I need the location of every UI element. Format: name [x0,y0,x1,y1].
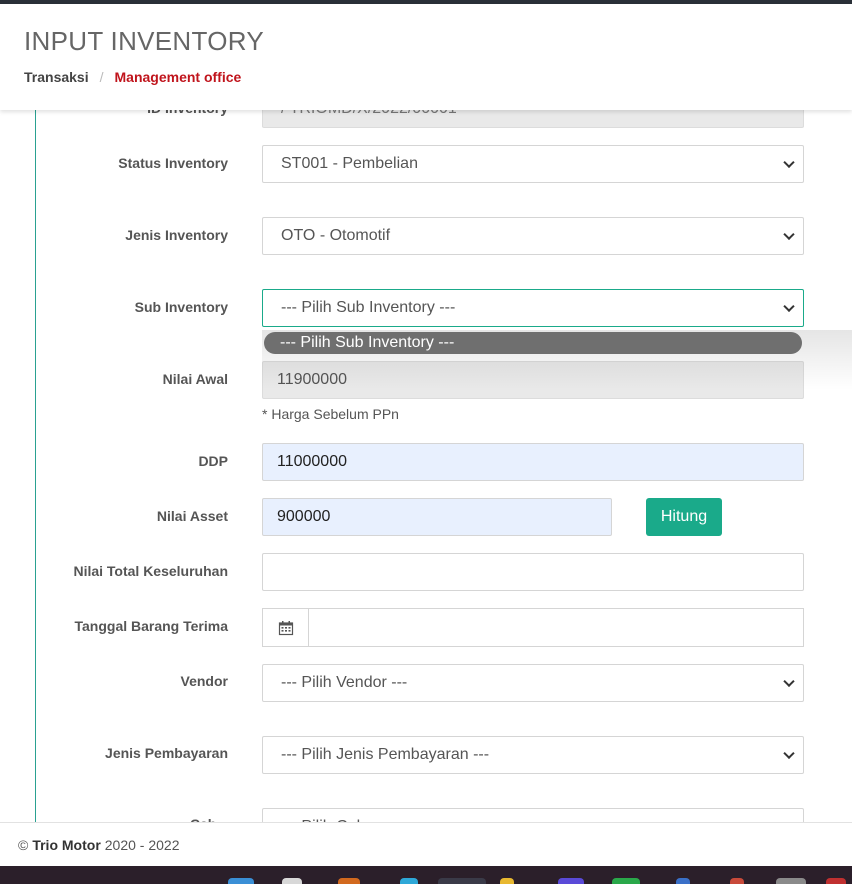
hitung-button[interactable]: Hitung [646,498,722,536]
footer-brand: Trio Motor [32,836,101,853]
vendor-label: Vendor [180,673,228,689]
nilai-awal-note: * Harga Sebelum PPn [262,406,399,422]
app-icon[interactable] [730,878,744,884]
app-icon[interactable] [400,878,418,884]
breadcrumb-current: Management office [114,69,242,85]
chevron-down-icon [783,747,795,760]
jenis-inventory-select[interactable]: OTO - Otomotif [262,217,804,255]
active-app-icon[interactable] [438,878,486,884]
jenis-inventory-value: OTO - Otomotif [281,227,391,244]
nilai-asset-value: 900000 [277,508,331,525]
chevron-down-icon [783,156,795,169]
nilai-awal-label: Nilai Awal [162,371,228,387]
tanggal-terima-label: Tanggal Barang Terima [74,618,228,634]
ddp-value: 11000000 [277,453,347,470]
breadcrumb-transaksi[interactable]: Transaksi [24,69,89,85]
nilai-total-label: Nilai Total Keseluruhan [73,563,228,579]
jenis-pembayaran-select[interactable]: --- Pilih Jenis Pembayaran --- [262,736,804,774]
calendar-icon [278,620,294,635]
app-icon[interactable] [612,878,640,884]
nilai-awal-field: 11900000 [262,361,804,399]
nilai-asset-input[interactable]: 900000 [262,498,612,536]
app-icon[interactable] [826,878,846,884]
status-inventory-select[interactable]: ST001 - Pembelian [262,145,804,183]
ddp-label: DDP [198,453,228,469]
jenis-pembayaran-label: Jenis Pembayaran [105,745,228,761]
windows-start-icon[interactable] [228,878,254,884]
search-icon[interactable] [282,878,302,884]
app-icon[interactable] [776,878,806,884]
status-inventory-label: Status Inventory [118,155,228,171]
page-header: INPUT INVENTORY Transaksi / Management o… [0,4,852,110]
app-icon[interactable] [676,878,690,884]
card-left-border [35,100,36,826]
footer-years: 2020 - 2022 [104,836,180,853]
breadcrumb-separator: / [99,69,104,85]
status-inventory-value: ST001 - Pembelian [281,155,418,172]
vendor-select[interactable]: --- Pilih Vendor --- [262,664,804,702]
sub-inventory-option[interactable]: --- Pilih Sub Inventory --- [264,332,802,354]
jenis-pembayaran-value: --- Pilih Jenis Pembayaran --- [281,746,490,763]
ddp-input[interactable]: 11000000 [262,443,804,481]
os-taskbar [0,866,852,884]
sub-inventory-value: --- Pilih Sub Inventory --- [281,299,456,316]
chevron-down-icon [783,300,795,313]
app-icon[interactable] [338,878,360,884]
vendor-value: --- Pilih Vendor --- [281,674,408,691]
chevron-down-icon [783,675,795,688]
footer: © Trio Motor 2020 - 2022 [0,822,852,866]
nilai-asset-label: Nilai Asset [156,508,228,524]
folder-icon[interactable] [500,878,514,884]
nilai-awal-value: 11900000 [277,371,347,388]
sub-inventory-select[interactable]: --- Pilih Sub Inventory --- [262,289,804,327]
form-card: ID Inventory / TRIOMD/X/2022/00001 Statu… [0,100,852,826]
copyright-symbol: © [18,836,29,853]
jenis-inventory-label: Jenis Inventory [125,227,228,243]
chevron-down-icon [783,228,795,241]
app-icon[interactable] [558,878,584,884]
page-title: INPUT INVENTORY [24,26,264,56]
breadcrumb: Transaksi / Management office [24,69,241,85]
sub-inventory-label: Sub Inventory [134,299,228,315]
tanggal-terima-input[interactable] [308,608,804,647]
nilai-total-input[interactable] [262,553,804,591]
calendar-addon[interactable] [262,608,309,647]
